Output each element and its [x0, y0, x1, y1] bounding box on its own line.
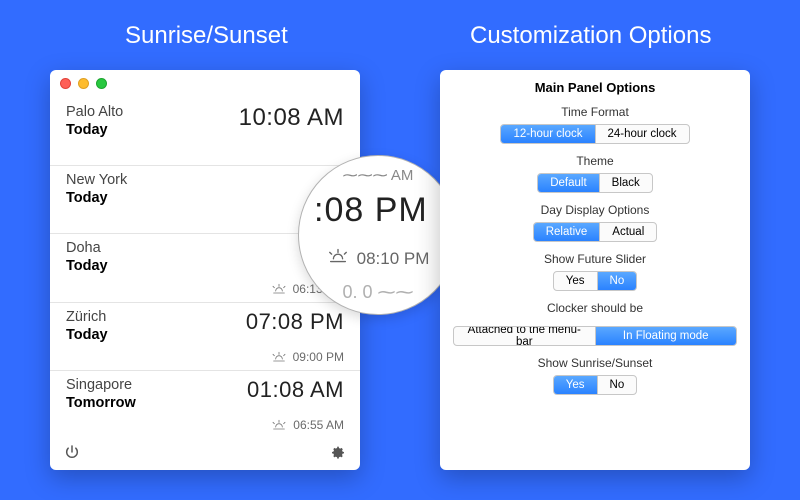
magnified-main-time: :08 PM — [314, 191, 457, 230]
section-heading-customization: Customization Options — [470, 22, 711, 50]
minimize-icon[interactable] — [78, 78, 89, 89]
section-heading-sunrise: Sunrise/Sunset — [125, 22, 288, 50]
magnifier-lens: ⁓⁓⁓ AM :08 PM 08:10 PM 0. 0 ⁓⁓ — [298, 155, 458, 315]
opt-theme-default[interactable]: Default — [538, 174, 599, 192]
opt-12-hour[interactable]: 12-hour clock — [501, 125, 595, 143]
window-controls — [60, 78, 107, 89]
zoom-icon[interactable] — [96, 78, 107, 89]
option-label-position: Clocker should be — [440, 301, 750, 315]
opt-future-no[interactable]: No — [598, 272, 637, 290]
seg-time-format: 12-hour clock 24-hour clock — [500, 124, 689, 144]
opt-future-yes[interactable]: Yes — [554, 272, 598, 290]
opt-day-relative[interactable]: Relative — [534, 223, 601, 241]
sunrise-icon — [271, 419, 287, 431]
opt-day-actual[interactable]: Actual — [600, 223, 656, 241]
option-label-day-display: Day Display Options — [440, 203, 750, 217]
option-label-theme: Theme — [440, 154, 750, 168]
opt-24-hour[interactable]: 24-hour clock — [596, 125, 689, 143]
opt-sun-no[interactable]: No — [598, 376, 637, 394]
sunset-icon — [271, 283, 287, 295]
panel-footer — [50, 438, 360, 470]
opt-theme-black[interactable]: Black — [600, 174, 652, 192]
seg-sunrise: Yes No — [553, 375, 637, 395]
city-time: 10:08 AM — [239, 104, 344, 132]
seg-theme: Default Black — [537, 173, 653, 193]
sun-time-row: 09:00 PM — [271, 350, 344, 364]
option-label-future-slider: Show Future Slider — [440, 252, 750, 266]
city-row[interactable]: Palo Alto Today 10:08 AM — [50, 98, 360, 166]
seg-day-display: Relative Actual — [533, 222, 658, 242]
sun-time: 09:00 PM — [293, 350, 344, 364]
options-panel: Main Panel Options Time Format 12-hour c… — [440, 70, 750, 470]
magnified-sun-time: 08:10 PM — [357, 249, 430, 269]
sun-time: 06:55 AM — [293, 418, 344, 432]
opt-pos-floating[interactable]: In Floating mode — [596, 327, 737, 345]
sun-time-row: 06:55 AM — [271, 418, 344, 432]
magnified-sun-row: 08:10 PM — [299, 248, 457, 269]
clock-window: Palo Alto Today 10:08 AM New York Today … — [50, 70, 360, 470]
opt-sun-yes[interactable]: Yes — [554, 376, 598, 394]
option-label-sunrise: Show Sunrise/Sunset — [440, 356, 750, 370]
city-time: 01:08 AM — [247, 377, 344, 403]
option-label-time-format: Time Format — [440, 105, 750, 119]
city-row[interactable]: Zürich Today 07:08 PM 09:00 PM — [50, 303, 360, 371]
panel-title: Main Panel Options — [440, 80, 750, 95]
close-icon[interactable] — [60, 78, 71, 89]
sunset-icon — [271, 351, 287, 363]
city-day: Today — [66, 190, 344, 206]
opt-pos-menubar[interactable]: Attached to the menu-bar — [454, 327, 596, 345]
seg-position: Attached to the menu-bar In Floating mod… — [453, 326, 737, 346]
seg-future-slider: Yes No — [553, 271, 637, 291]
magnified-prev-fragment: ⁓⁓⁓ AM — [299, 166, 457, 184]
power-icon[interactable] — [64, 444, 80, 465]
magnified-next-fragment: 0. 0 ⁓⁓ — [299, 282, 457, 303]
city-time: 07:08 PM — [246, 309, 344, 335]
sunset-icon — [327, 248, 349, 269]
gear-icon[interactable] — [330, 444, 346, 465]
city-row[interactable]: Singapore Tomorrow 01:08 AM 06:55 AM — [50, 371, 360, 438]
